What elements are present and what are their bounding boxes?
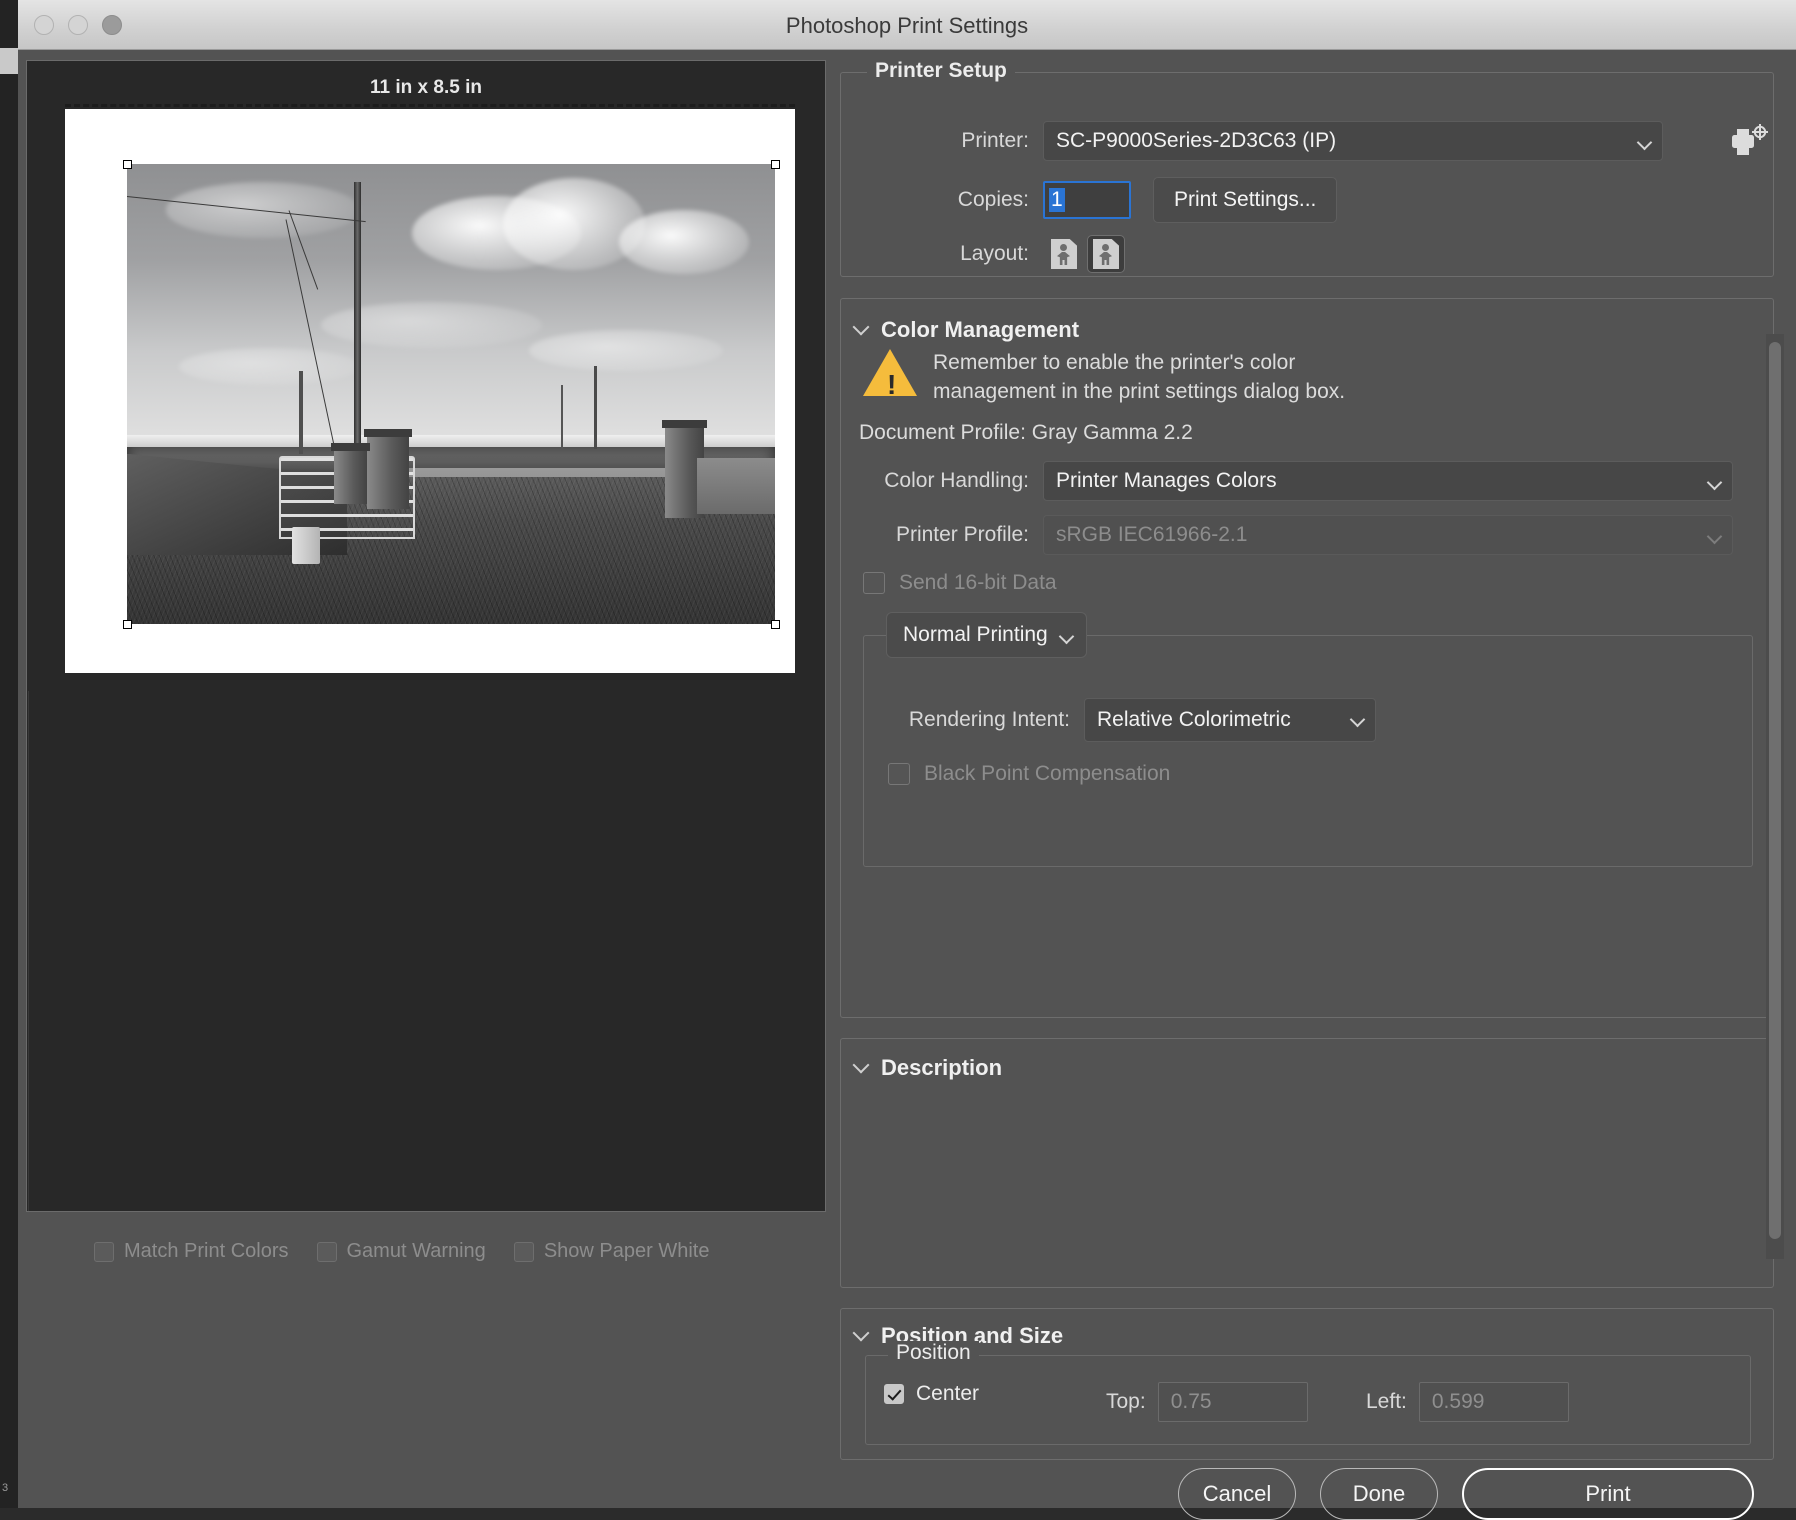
checkbox-label: Center [916,1382,980,1405]
dialog-footer-actions: Cancel Done Print [1178,1468,1754,1520]
checkbox-label: Match Print Colors [124,1240,289,1262]
background-status-text: 3 [2,1482,9,1494]
print-settings-dialog: Photoshop Print Settings 11 in x 8.5 in [18,0,1796,1520]
layout-portrait-icon[interactable] [1045,235,1083,273]
print-preview-pane[interactable]: 11 in x 8.5 in [26,60,826,1212]
printing-mode-select[interactable]: Normal Printing [886,612,1087,658]
photo-cloud [619,210,750,275]
gamut-warning-checkbox[interactable]: Gamut Warning [316,1240,486,1263]
center-checkbox[interactable]: Center [884,1382,979,1406]
checkbox-box [863,572,885,594]
rendering-intent-label: Rendering Intent: [908,708,1070,731]
send-16bit-checkbox: Send 16-bit Data [863,571,1057,595]
black-point-compensation-checkbox: Black Point Compensation [888,762,1170,786]
cancel-button[interactable]: Cancel [1178,1468,1296,1520]
dialog-title: Photoshop Print Settings [785,13,1029,38]
document-profile-text: Document Profile: Gray Gamma 2.2 [859,421,1193,444]
left-input[interactable]: 0.599 [1418,1382,1569,1422]
warning-exclamation: ! [887,369,897,400]
position-subgroup: Position Center Top: 0.75 Left: 0.599 [865,1341,1751,1445]
position-and-size-group: Position and Size Position Center Top: 0… [840,1308,1774,1460]
copies-input[interactable]: 1 [1043,181,1131,219]
copies-label: Copies: [957,188,1029,211]
description-header[interactable]: Description [852,1055,1003,1081]
printer-registration-icon[interactable] [1729,121,1771,161]
photo-distant-pole [593,366,597,450]
color-management-title: Color Management [881,317,1080,342]
show-paper-white-checkbox[interactable]: Show Paper White [513,1240,710,1263]
chevron-down-icon [852,1056,870,1074]
description-title: Description [881,1055,1003,1080]
printable-margin-guide [65,104,795,107]
dialog-titlebar: Photoshop Print Settings [18,0,1796,50]
transform-handle-br[interactable] [771,620,780,629]
photo-gate-pillar [363,429,412,509]
transform-handle-tl[interactable] [123,160,132,169]
color-handling-select[interactable]: Printer Manages Colors [1043,461,1733,501]
photo-cloud [502,177,646,270]
chevron-down-icon [852,318,870,336]
photo-telephone-pole [353,182,361,468]
dialog-body: 11 in x 8.5 in Match Print Colors Gamut … [18,50,1796,1520]
match-print-colors-checkbox[interactable]: Match Print Colors [94,1240,289,1263]
photo-container [292,527,321,565]
printer-setup-group: Printer Setup Printer: SC-P9000Series-2D… [840,59,1774,277]
checkbox-label: Show Paper White [543,1240,710,1262]
checkbox-box [513,1241,534,1262]
photo-gate-pillar [331,443,370,505]
printer-setup-legend: Printer Setup [867,59,1015,83]
color-management-header[interactable]: Color Management [852,317,1080,343]
print-button[interactable]: Print [1462,1468,1754,1520]
checkbox-box [316,1241,337,1262]
printer-select[interactable]: SC-P9000Series-2D3C63 (IP) [1043,121,1663,161]
chevron-down-icon [852,1324,870,1342]
photo-wall-right [697,458,775,514]
top-input[interactable]: 0.75 [1157,1382,1308,1422]
rendering-intent-select[interactable]: Relative Colorimetric [1084,698,1376,742]
top-label: Top: [1106,1390,1146,1413]
printing-mode-box: Normal Printing Rendering Intent: Relati… [863,612,1753,867]
layout-label: Layout: [960,242,1029,265]
preview-empty-area [28,691,825,1211]
paper-size-label: 11 in x 8.5 in [370,77,482,98]
print-settings-button[interactable]: Print Settings... [1153,177,1338,223]
color-handling-label: Color Handling: [884,469,1029,492]
preview-options-row: Match Print Colors Gamut Warning Show Pa… [94,1240,709,1263]
photo-cloud [528,329,724,371]
photo-preview[interactable] [127,164,775,624]
checkbox-label: Gamut Warning [346,1240,486,1262]
copies-value: 1 [1049,188,1065,212]
layout-landscape-icon[interactable] [1087,235,1125,273]
transform-handle-tr[interactable] [771,160,780,169]
photo-distant-pole [561,384,564,450]
done-button[interactable]: Done [1320,1468,1438,1520]
color-management-group: Color Management ! Remember to enable th… [840,298,1774,1018]
warning-line-1: Remember to enable the printer's color [933,351,1296,374]
checkbox-box [888,763,910,785]
photo-signpost [298,371,303,454]
position-legend: Position [888,1341,979,1365]
transform-handle-bl[interactable] [123,620,132,629]
checkbox-label: Black Point Compensation [924,762,1171,785]
left-label: Left: [1366,1390,1407,1413]
warning-line-2: management in the print settings dialog … [933,379,1346,403]
description-group: Description [840,1038,1774,1288]
checkbox-label: Send 16-bit Data [899,571,1057,594]
printer-profile-select: sRGB IEC61966-2.1 [1043,515,1733,555]
checkbox-box [94,1241,114,1262]
settings-column: Printer Setup Printer: SC-P9000Series-2D… [834,59,1786,1460]
photo-cloud [178,348,361,385]
printer-profile-label: Printer Profile: [895,523,1029,546]
checkbox-box [884,1384,904,1404]
settings-scrollbar-thumb[interactable] [1769,342,1781,1239]
paper-sheet [65,109,795,673]
printer-label: Printer: [961,129,1029,152]
